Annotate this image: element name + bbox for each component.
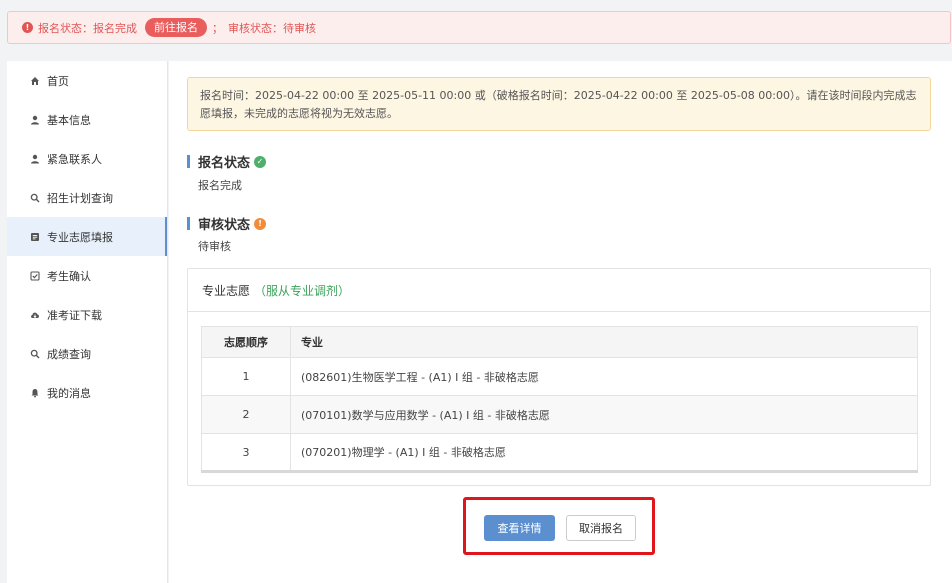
cloud-download-icon: [30, 310, 40, 320]
column-header-major: 专业: [290, 326, 918, 358]
check-circle-icon: ✓: [254, 155, 267, 168]
major-cell: (070101)数学与应用数学 - (A1) I 组 - 非破格志愿: [290, 395, 918, 434]
major-preference-title: 专业志愿: [202, 283, 251, 298]
go-register-button[interactable]: 前往报名: [145, 18, 207, 37]
registration-status-heading: 报名状态 ✓: [187, 152, 267, 171]
review-status-value: 待审核: [198, 240, 231, 253]
review-status-title: 审核状态: [198, 218, 251, 233]
sidebar-item-enrollment-plan[interactable]: 招生计划查询: [7, 178, 167, 217]
search-icon: [30, 193, 40, 203]
sidebar-item-candidate-confirm[interactable]: 考生确认: [7, 256, 167, 295]
paren-close: ）: [338, 283, 351, 298]
user-icon: [30, 154, 40, 164]
order-cell: 3: [201, 433, 291, 473]
main-content: 报名时间：2025-04-22 00:00 至 2025-05-11 00:00…: [169, 61, 952, 583]
adjust-label: 服从专业调剂: [266, 283, 339, 298]
registration-status-text: 报名状态：报名完成: [38, 21, 137, 35]
sidebar-item-label: 基本信息: [47, 113, 91, 127]
warning-circle-icon: !: [254, 217, 267, 230]
table-row: 3 (070201)物理学 - (A1) I 组 - 非破格志愿: [201, 433, 918, 473]
major-preference-table: 志愿顺序 专业 1 (082601)生物医学工程 - (A1) I 组 - 非破…: [201, 326, 918, 473]
table-row: 1 (082601)生物医学工程 - (A1) I 组 - 非破格志愿: [201, 357, 918, 396]
cancel-registration-button[interactable]: 取消报名: [566, 515, 636, 541]
order-cell: 2: [201, 395, 291, 434]
action-buttons-highlight: 查看详情 取消报名: [463, 497, 655, 555]
sidebar-item-label: 专业志愿填报: [47, 230, 113, 244]
sidebar-item-emergency-contact[interactable]: 紧急联系人: [7, 139, 167, 178]
registration-status-title: 报名状态: [198, 156, 251, 171]
paren-open: （: [254, 283, 267, 298]
sidebar-item-major-preference[interactable]: 专业志愿填报: [7, 217, 167, 256]
sidebar-item-home[interactable]: 首页: [7, 61, 167, 100]
search-icon: [30, 349, 40, 359]
order-cell: 1: [201, 357, 291, 396]
sidebar-item-score-query[interactable]: 成绩查询: [7, 334, 167, 373]
major-preference-header: 专业志愿 （ 服从专业调剂 ）: [188, 269, 930, 312]
sidebar-nav: 首页 基本信息 紧急联系人 招生计划查询 专业志愿填报 考生确认 准考证下载 成…: [7, 61, 168, 583]
review-status-heading: 审核状态 !: [187, 214, 267, 233]
major-preference-card: 专业志愿 （ 服从专业调剂 ） 志愿顺序 专业 1 (082601)生物医学工程…: [187, 268, 931, 486]
alert-separator: ；: [212, 21, 223, 35]
sidebar-item-label: 考生确认: [47, 269, 91, 283]
sidebar-item-admission-ticket[interactable]: 准考证下载: [7, 295, 167, 334]
sidebar-item-label: 首页: [47, 74, 69, 88]
sidebar-item-messages[interactable]: 我的消息: [7, 373, 167, 412]
major-cell: (082601)生物医学工程 - (A1) I 组 - 非破格志愿: [290, 357, 918, 396]
bell-icon: [30, 388, 40, 398]
status-alert-bar: ! 报名状态：报名完成 前往报名 ； 审核状态：待审核: [7, 11, 951, 44]
view-details-button[interactable]: 查看详情: [484, 515, 555, 541]
major-cell: (070201)物理学 - (A1) I 组 - 非破格志愿: [290, 433, 918, 473]
form-icon: [30, 232, 40, 242]
sidebar-item-label: 我的消息: [47, 386, 91, 400]
sidebar-item-label: 紧急联系人: [47, 152, 102, 166]
column-header-order: 志愿顺序: [201, 326, 291, 358]
registration-status-value: 报名完成: [198, 179, 242, 192]
sidebar-item-label: 成绩查询: [47, 347, 91, 361]
table-row: 2 (070101)数学与应用数学 - (A1) I 组 - 非破格志愿: [201, 395, 918, 434]
user-icon: [30, 115, 40, 125]
review-status-text: 审核状态：待审核: [228, 21, 316, 35]
home-icon: [30, 76, 40, 86]
registration-time-notice: 报名时间：2025-04-22 00:00 至 2025-05-11 00:00…: [187, 77, 931, 131]
checkbox-icon: [30, 270, 40, 281]
info-icon: !: [22, 22, 33, 33]
sidebar-item-label: 招生计划查询: [47, 191, 113, 205]
sidebar-item-basic-info[interactable]: 基本信息: [7, 100, 167, 139]
sidebar-item-label: 准考证下载: [47, 308, 102, 322]
